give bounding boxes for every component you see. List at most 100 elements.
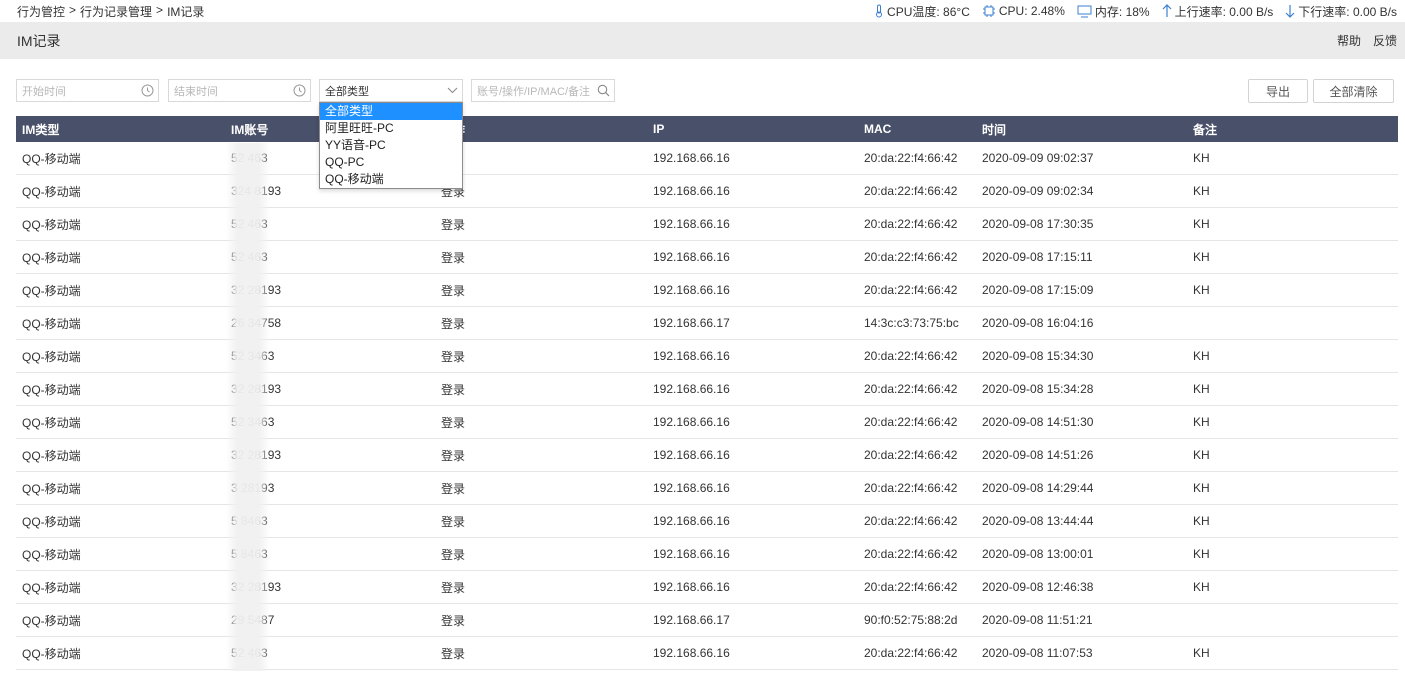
clock-icon xyxy=(141,84,154,97)
feedback-link[interactable]: 反馈 xyxy=(1373,32,1397,49)
cell-mac: 20:da:22:f4:66:42 xyxy=(864,646,958,660)
cell-mac: 20:da:22:f4:66:42 xyxy=(864,448,958,462)
cell-operation: 登录 xyxy=(441,613,466,628)
cell-ip: 192.168.66.16 xyxy=(653,283,730,297)
cell-operation: 登录 xyxy=(441,646,466,661)
column-header-remark[interactable]: 备注 xyxy=(1193,116,1217,142)
column-header-mac[interactable]: MAC xyxy=(864,116,891,142)
cell-time: 2020-09-09 09:02:34 xyxy=(982,184,1094,198)
cell-operation: 登录 xyxy=(441,448,466,463)
clear-all-button[interactable]: 全部清除 xyxy=(1313,79,1394,103)
memory-status: 内存: 18% xyxy=(1077,3,1150,20)
table-row[interactable]: QQ-移动端 52 463 登录 192.168.66.16 20:da:22:f4:6… xyxy=(16,208,1398,241)
table-row[interactable]: QQ-移动端 52 463 192.168.66.16 20:da:22:f4:66:… xyxy=(16,142,1398,175)
cell-remark: KH xyxy=(1193,547,1210,561)
start-time-placeholder: 开始时间 xyxy=(22,85,66,98)
page-title: IM记录 xyxy=(17,32,61,49)
table-row[interactable]: QQ-移动端 26 34758 登录 192.168.66.17 14:3c:c3:73… xyxy=(16,307,1398,340)
cell-remark: KH xyxy=(1193,250,1210,264)
cell-im-type: QQ-移动端 xyxy=(22,283,81,298)
dropdown-option-all[interactable]: 全部类型 xyxy=(320,103,462,120)
column-header-time[interactable]: 时间 xyxy=(982,116,1006,142)
cell-time: 2020-09-08 14:51:30 xyxy=(982,415,1094,429)
cell-mac: 20:da:22:f4:66:42 xyxy=(864,481,958,495)
table-row[interactable]: QQ-移动端 32 28193 登录 192.168.66.16 20:da:22:f4… xyxy=(16,274,1398,307)
dropdown-option-aliwangwang-pc[interactable]: 阿里旺旺-PC xyxy=(320,120,462,137)
cell-ip: 192.168.66.16 xyxy=(653,217,730,231)
export-button[interactable]: 导出 xyxy=(1248,79,1308,103)
cell-mac: 14:3c:c3:73:75:bc xyxy=(864,316,959,330)
cell-ip: 192.168.66.16 xyxy=(653,184,730,198)
cell-im-account: 5 8463 xyxy=(231,547,268,561)
cell-mac: 20:da:22:f4:66:42 xyxy=(864,217,958,231)
cell-time: 2020-09-08 11:07:53 xyxy=(982,646,1093,660)
cell-time: 2020-09-09 09:02:37 xyxy=(982,151,1094,165)
cell-time: 2020-09-08 11:51:21 xyxy=(982,613,1093,627)
cell-mac: 20:da:22:f4:66:42 xyxy=(864,580,958,594)
table-row[interactable]: QQ-移动端 29 5487 登录 192.168.66.17 90:f0:52:75:… xyxy=(16,604,1398,637)
cell-ip: 192.168.66.16 xyxy=(653,151,730,165)
cell-remark: KH xyxy=(1193,580,1210,594)
cell-ip: 192.168.66.17 xyxy=(653,613,730,627)
cell-remark: KH xyxy=(1193,151,1210,165)
column-header-im-account[interactable]: IM账号 xyxy=(231,116,268,142)
dropdown-option-qq-pc[interactable]: QQ-PC xyxy=(320,154,462,171)
cell-ip: 192.168.66.16 xyxy=(653,415,730,429)
breadcrumb: 行为管控 > 行为记录管理 > IM记录 xyxy=(17,3,204,20)
dropdown-option-yy-pc[interactable]: YY语音-PC xyxy=(320,137,462,154)
cell-im-account: 32 28193 xyxy=(231,448,282,462)
search-input[interactable]: 账号/操作/IP/MAC/备注 xyxy=(471,79,615,102)
cell-mac: 20:da:22:f4:66:42 xyxy=(864,514,958,528)
table-row[interactable]: QQ-移动端 52 463 登录 192.168.66.16 20:da:22:f4:6… xyxy=(16,637,1398,670)
dropdown-option-qq-mobile[interactable]: QQ-移动端 xyxy=(320,171,462,188)
chevron-down-icon xyxy=(447,87,458,94)
table-row[interactable]: QQ-移动端 3 28193 登录 192.168.66.16 20:da:22:f4:… xyxy=(16,472,1398,505)
cell-operation: 登录 xyxy=(441,316,466,331)
start-time-field[interactable]: 开始时间 xyxy=(16,79,159,102)
cell-remark: KH xyxy=(1193,448,1210,462)
cell-operation: 登录 xyxy=(441,481,466,496)
upload-status: 上行速率: 0.00 B/s xyxy=(1162,3,1273,20)
table-row[interactable]: QQ-移动端 324 8193 登录 192.168.66.16 20:da:22:f4… xyxy=(16,175,1398,208)
table-row[interactable]: QQ-移动端 32 28193 登录 192.168.66.16 20:da:22:f4… xyxy=(16,571,1398,604)
cell-im-account: 32 28193 xyxy=(231,283,282,297)
filter-bar: 开始时间 结束时间 全部类型 账号/操作/IP/MAC/备注 导出 全部清除 xyxy=(0,79,1405,103)
table-row[interactable]: QQ-移动端 52 463 登录 192.168.66.16 20:da:22:f4:6… xyxy=(16,241,1398,274)
cell-im-type: QQ-移动端 xyxy=(22,250,81,265)
column-header-ip[interactable]: IP xyxy=(653,116,664,142)
cell-im-type: QQ-移动端 xyxy=(22,448,81,463)
cell-remark: KH xyxy=(1193,283,1210,297)
search-placeholder: 账号/操作/IP/MAC/备注 xyxy=(477,85,591,98)
cpu-temp-status: CPU温度: 86°C xyxy=(874,3,970,20)
table-row[interactable]: QQ-移动端 52 3463 登录 192.168.66.16 20:da:22:f4:… xyxy=(16,340,1398,373)
help-link[interactable]: 帮助 xyxy=(1337,32,1361,49)
breadcrumb-item-behavior-control[interactable]: 行为管控 xyxy=(17,3,65,20)
cell-time: 2020-09-08 17:30:35 xyxy=(982,217,1094,231)
table-row[interactable]: QQ-移动端 32 28193 登录 192.168.66.16 20:da:22:f4… xyxy=(16,439,1398,472)
cell-time: 2020-09-08 15:34:30 xyxy=(982,349,1094,363)
cell-ip: 192.168.66.16 xyxy=(653,481,730,495)
cell-im-account: 32 28193 xyxy=(231,382,282,396)
im-type-select[interactable]: 全部类型 xyxy=(319,79,463,102)
cell-ip: 192.168.66.16 xyxy=(653,448,730,462)
cell-im-account: 26 34758 xyxy=(231,316,282,330)
breadcrumb-item-record-management[interactable]: 行为记录管理 xyxy=(80,3,152,20)
search-icon[interactable] xyxy=(597,84,610,97)
table-row[interactable]: QQ-移动端 52 3463 登录 192.168.66.16 20:da:22:f4:… xyxy=(16,406,1398,439)
memory-text: 内存: 18% xyxy=(1094,4,1150,19)
table-body: QQ-移动端 52 463 192.168.66.16 20:da:22:f4:66:… xyxy=(16,142,1398,670)
end-time-field[interactable]: 结束时间 xyxy=(168,79,311,102)
cell-operation: 登录 xyxy=(441,580,466,595)
cell-mac: 20:da:22:f4:66:42 xyxy=(864,547,958,561)
table-row[interactable]: QQ-移动端 5 8463 登录 192.168.66.16 20:da:22:f4:6… xyxy=(16,505,1398,538)
table-row[interactable]: QQ-移动端 32 28193 登录 192.168.66.16 20:da:22:f4… xyxy=(16,373,1398,406)
cell-operation: 登录 xyxy=(441,250,466,265)
cell-im-account: 52 463 xyxy=(231,250,268,264)
cell-im-type: QQ-移动端 xyxy=(22,415,81,430)
cell-ip: 192.168.66.16 xyxy=(653,382,730,396)
table-row[interactable]: QQ-移动端 5 8463 登录 192.168.66.16 20:da:22:f4:6… xyxy=(16,538,1398,571)
cell-mac: 20:da:22:f4:66:42 xyxy=(864,283,958,297)
end-time-placeholder: 结束时间 xyxy=(174,85,218,98)
cell-time: 2020-09-08 14:51:26 xyxy=(982,448,1094,462)
column-header-im-type[interactable]: IM类型 xyxy=(22,116,59,142)
